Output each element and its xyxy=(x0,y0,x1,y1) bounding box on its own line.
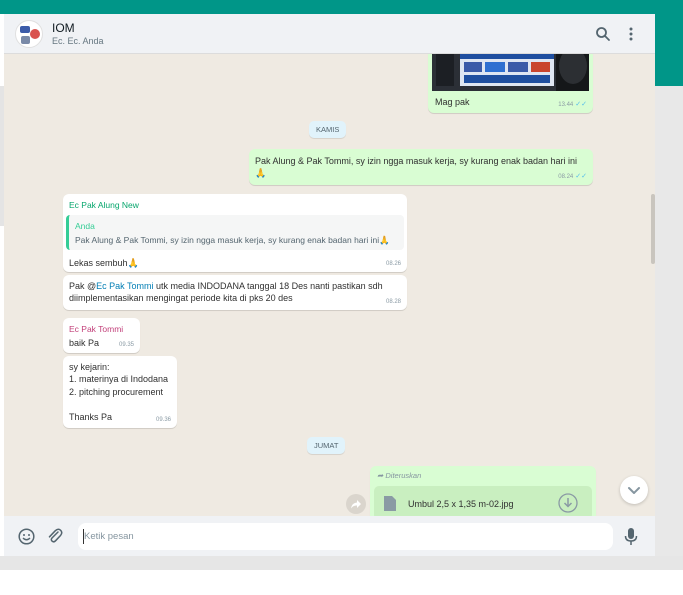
incoming-message[interactable]: Pak @Ec Pak Tommi utk media INDODANA tan… xyxy=(63,275,407,310)
message-input-wrapper xyxy=(78,523,613,550)
message-text: Lekas sembuh🙏 xyxy=(69,258,139,268)
background-panel-right xyxy=(655,86,683,570)
chat-header[interactable]: IOM Ec. Ec. Anda xyxy=(4,14,655,54)
teal-right-band xyxy=(655,14,683,86)
sender-name[interactable]: Ec Pak Alung New xyxy=(69,199,139,211)
file-name: Umbul 2,5 x 1,35 m-02.jpg xyxy=(408,499,514,509)
message-text: baik Pa xyxy=(69,338,100,348)
image-caption: Mag pak xyxy=(435,97,470,107)
message-time: 08.28 xyxy=(385,299,401,305)
message-time: 08.26 xyxy=(385,261,401,267)
message-line: 2. pitching procurement xyxy=(69,387,164,397)
quoted-message[interactable]: Anda Pak Alung & Pak Tommi, sy izin ngga… xyxy=(66,215,404,250)
date-separator: JUMAT xyxy=(307,437,346,454)
scroll-to-bottom-button[interactable] xyxy=(620,476,648,504)
chevron-down-icon xyxy=(628,487,640,494)
chat-participants: Ec. Ec. Anda xyxy=(52,36,104,46)
scrollbar-thumb[interactable] xyxy=(651,194,655,264)
message-text: Pak @Ec Pak Tommi utk media INDODANA tan… xyxy=(69,280,399,304)
group-avatar[interactable] xyxy=(15,20,43,48)
file-icon xyxy=(384,496,396,511)
message-line: Thanks Pa xyxy=(69,412,113,422)
search-icon[interactable] xyxy=(594,25,612,43)
message-text: Pak Alung & Pak Tommi, sy izin ngga masu… xyxy=(255,156,578,178)
emoji-icon[interactable] xyxy=(18,528,35,545)
quoted-text: Pak Alung & Pak Tommi, sy izin ngga masu… xyxy=(75,235,390,245)
compose-bar xyxy=(4,516,655,556)
date-separator: KAMIS xyxy=(309,121,347,138)
read-ticks-icon: ✓✓ xyxy=(575,101,587,108)
message-line: sy kejarin: xyxy=(69,362,110,372)
menu-icon[interactable] xyxy=(622,25,640,43)
download-icon[interactable] xyxy=(558,493,578,513)
forwarded-icon: ➦ xyxy=(377,471,384,480)
incoming-message[interactable]: sy kejarin: 1. materinya di Indodana 2. … xyxy=(63,356,177,428)
chat-title[interactable]: IOM xyxy=(52,21,75,35)
outgoing-message[interactable]: Pak Alung & Pak Tommi, sy izin ngga masu… xyxy=(249,149,593,185)
mention-link[interactable]: Ec Pak Tommi xyxy=(96,281,153,291)
message-time: 09.36 xyxy=(155,417,171,423)
message-time: 13.44 xyxy=(558,102,574,108)
sender-name[interactable]: Ec Pak Tommi xyxy=(69,323,123,335)
message-line: 1. materinya di Indodana xyxy=(69,374,169,384)
forwarded-label: ➦ Diteruskan xyxy=(377,470,421,482)
message-input[interactable] xyxy=(84,529,604,544)
chat-window: IOM Ec. Ec. Anda Mag pak 13.44 ✓✓ KAMIS … xyxy=(4,14,655,556)
image-message[interactable]: Mag pak 13.44 ✓✓ xyxy=(428,44,593,113)
message-time: 08.24 xyxy=(558,174,574,180)
teal-top-band xyxy=(0,0,683,14)
quoted-sender: Anda xyxy=(75,221,95,231)
forwarded-text: Diteruskan xyxy=(385,471,422,480)
incoming-message[interactable]: Ec Pak Tommi baik Pa 09.35 xyxy=(63,318,140,353)
forward-icon xyxy=(351,500,361,509)
mic-icon[interactable] xyxy=(624,527,638,546)
attach-icon[interactable] xyxy=(46,527,63,545)
incoming-reply-message[interactable]: Ec Pak Alung New Anda Pak Alung & Pak To… xyxy=(63,194,407,272)
forward-button[interactable] xyxy=(346,494,366,514)
background-bottom xyxy=(0,556,683,570)
file-attachment[interactable]: Umbul 2,5 x 1,35 m-02.jpg xyxy=(374,486,592,520)
read-ticks-icon: ✓✓ xyxy=(575,173,587,180)
message-time: 09.35 xyxy=(118,342,134,348)
text-prefix: Pak @ xyxy=(69,281,97,291)
